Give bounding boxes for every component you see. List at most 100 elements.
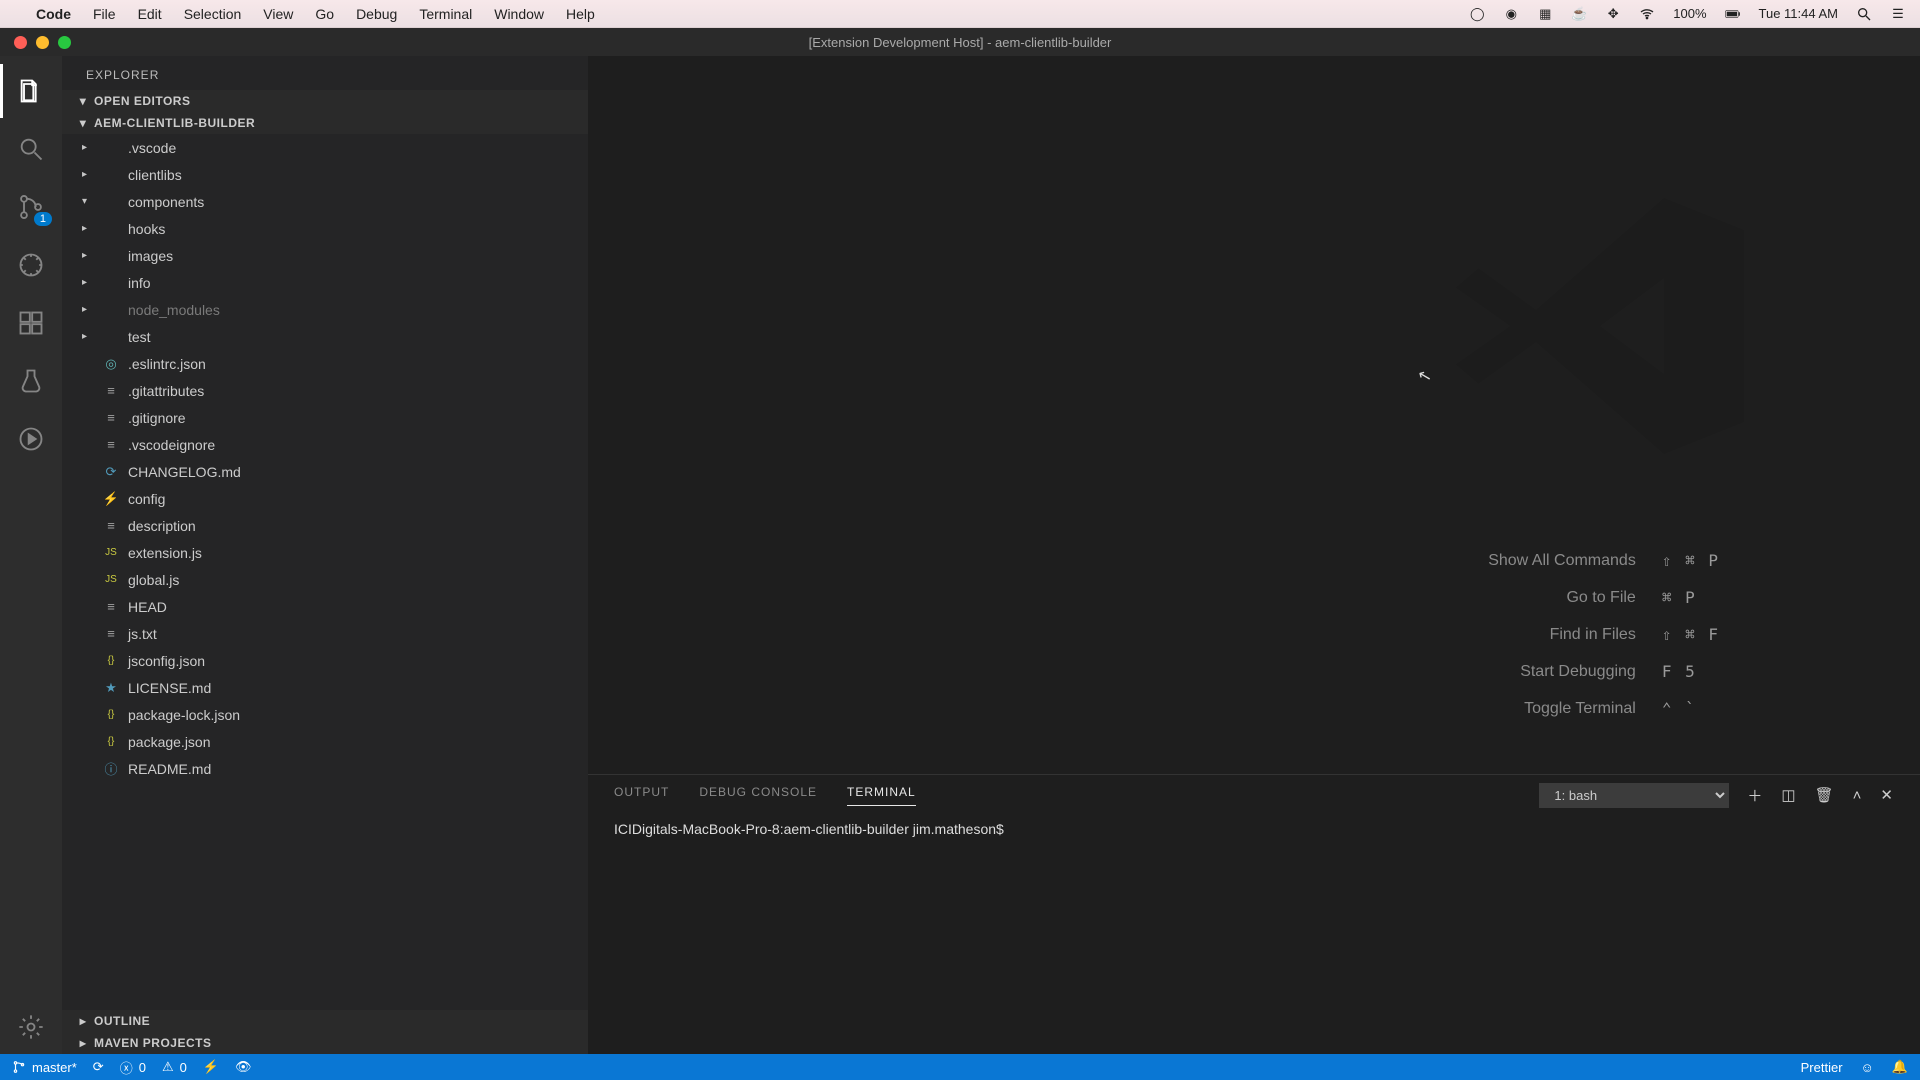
status-docker-icon[interactable]: ☕ [1571,6,1587,22]
tree-file[interactable]: ≡description [62,512,588,539]
tree-file[interactable]: ⓘ README.md [62,755,588,782]
tree-file[interactable]: ≡js.txt [62,620,588,647]
workspace-header[interactable]: ▾AEM-CLIENTLIB-BUILDER [62,112,588,134]
activity-settings[interactable] [0,1000,62,1054]
file-icon: ★ [102,680,120,696]
tree-file[interactable]: JSextension.js [62,539,588,566]
activity-explorer[interactable] [0,64,62,118]
tree-folder[interactable]: ▸test [62,323,588,350]
tree-folder[interactable]: ▸ clientlibs [62,161,588,188]
activity-testing[interactable] [0,354,62,408]
terminal-shell-select[interactable]: 1: bash [1539,783,1729,808]
tree-folder[interactable]: ▸images [62,242,588,269]
menubar-window[interactable]: Window [494,6,544,22]
spotlight-icon[interactable] [1856,6,1872,22]
activity-source-control[interactable]: 1 [0,180,62,234]
file-icon: ≡ [102,383,120,398]
menubar-debug[interactable]: Debug [356,6,397,22]
tab-debug-console[interactable]: DEBUG CONSOLE [699,785,817,805]
battery-icon[interactable] [1725,6,1741,22]
tree-file[interactable]: {}package-lock.json [62,701,588,728]
shortcut-keys: ⇧ ⌘ F [1662,625,1720,644]
tree-file[interactable]: ≡.vscodeignore [62,431,588,458]
status-bell-icon[interactable]: 🔔 [1892,1059,1908,1075]
status-live-icon[interactable]: 👁 [235,1059,252,1075]
activity-debug[interactable] [0,238,62,292]
wifi-icon[interactable] [1639,6,1655,22]
status-warnings[interactable]: ⚠ 0 [162,1059,187,1075]
menubar-edit[interactable]: Edit [138,6,162,22]
activity-extensions[interactable] [0,296,62,350]
tree-file[interactable]: ⟳CHANGELOG.md [62,458,588,485]
tree-item-label: hooks [128,221,165,237]
activity-search[interactable] [0,122,62,176]
window-zoom-button[interactable] [58,36,71,49]
status-errors[interactable]: ⓧ 0 [120,1058,146,1077]
chevron-icon: ▸ [82,169,94,180]
tab-output[interactable]: OUTPUT [614,785,669,805]
status-branch[interactable]: master* [12,1060,77,1075]
status-action-icon[interactable]: ⚡ [203,1059,219,1075]
tree-item-label: config [128,491,165,507]
tree-item-label: README.md [128,761,211,777]
status-sync[interactable]: ⟳ [93,1059,104,1075]
tab-terminal[interactable]: TERMINAL [847,785,916,806]
tree-file[interactable]: ◎.eslintrc.json [62,350,588,377]
panel-maximize-icon[interactable]: ˄ [1853,787,1863,804]
window-traffic-lights [0,36,71,49]
tree-file[interactable]: ≡.gitattributes [62,377,588,404]
status-prettier[interactable]: Prettier [1801,1060,1843,1075]
menubar-app-name[interactable]: Code [36,6,71,22]
tree-folder[interactable]: ▸info [62,269,588,296]
panel-close-icon[interactable]: ✕ [1880,786,1894,804]
tree-file[interactable]: ≡HEAD [62,593,588,620]
tree-file[interactable]: JSglobal.js [62,566,588,593]
tree-folder[interactable]: ▾components [62,188,588,215]
menubar-hamburger-icon[interactable]: ☰ [1890,6,1906,22]
menubar-go[interactable]: Go [315,6,334,22]
file-icon: ⓘ [102,759,120,778]
tree-folder[interactable]: ▸node_modules [62,296,588,323]
terminal-kill-icon[interactable]: 🗑 [1815,786,1835,804]
terminal-split-icon[interactable]: ◫ [1781,786,1796,804]
tree-folder[interactable]: ▸hooks [62,215,588,242]
shortcut-label: Start Debugging [1376,663,1636,681]
menubar-help[interactable]: Help [566,6,595,22]
status-date-icon[interactable]: ▦ [1537,6,1553,22]
menubar-clock[interactable]: Tue 11:44 AM [1759,6,1839,21]
file-icon: {} [102,736,120,747]
menubar-terminal[interactable]: Terminal [419,6,472,22]
open-editors-header[interactable]: ▾OPEN EDITORS [62,90,588,112]
shortcut-row: Start DebuggingF 5 [1376,662,1720,681]
window-titlebar: [Extension Development Host] - aem-clien… [0,28,1920,56]
status-feedback-icon[interactable]: ☺ [1861,1060,1874,1075]
tree-file[interactable]: {}jsconfig.json [62,647,588,674]
window-minimize-button[interactable] [36,36,49,49]
terminal-new-icon[interactable]: ＋ [1747,785,1763,806]
window-close-button[interactable] [14,36,27,49]
status-sync-icon[interactable]: ✥ [1605,6,1621,22]
tree-file[interactable]: ★ LICENSE.md [62,674,588,701]
tree-item-label: .gitignore [128,410,186,426]
maven-header[interactable]: ▸MAVEN PROJECTS [62,1032,588,1054]
tree-item-label: .eslintrc.json [128,356,206,372]
menubar-view[interactable]: View [263,6,293,22]
battery-percent[interactable]: 100% [1673,6,1706,21]
file-icon: ≡ [102,437,120,452]
tree-file[interactable]: ≡.gitignore [62,404,588,431]
window-title: [Extension Development Host] - aem-clien… [809,35,1112,50]
tree-file[interactable]: ⚡config [62,485,588,512]
activity-live-share[interactable] [0,412,62,466]
status-circle-icon[interactable]: ◯ [1469,6,1485,22]
menubar-file[interactable]: File [93,6,116,22]
tree-item-label: clientlibs [128,167,182,183]
tree-folder[interactable]: ▸.vscode [62,134,588,161]
menubar-selection[interactable]: Selection [184,6,242,22]
macos-menubar: Code File Edit Selection View Go Debug T… [0,0,1920,28]
terminal-output[interactable]: ICIDigitals-MacBook-Pro-8:aem-clientlib-… [588,815,1920,1054]
tree-item-label: LICENSE.md [128,680,211,696]
chevron-icon: ▸ [82,304,94,315]
outline-header[interactable]: ▸OUTLINE [62,1010,588,1032]
tree-file[interactable]: {}package.json [62,728,588,755]
status-dot-icon[interactable]: ◉ [1503,6,1519,22]
